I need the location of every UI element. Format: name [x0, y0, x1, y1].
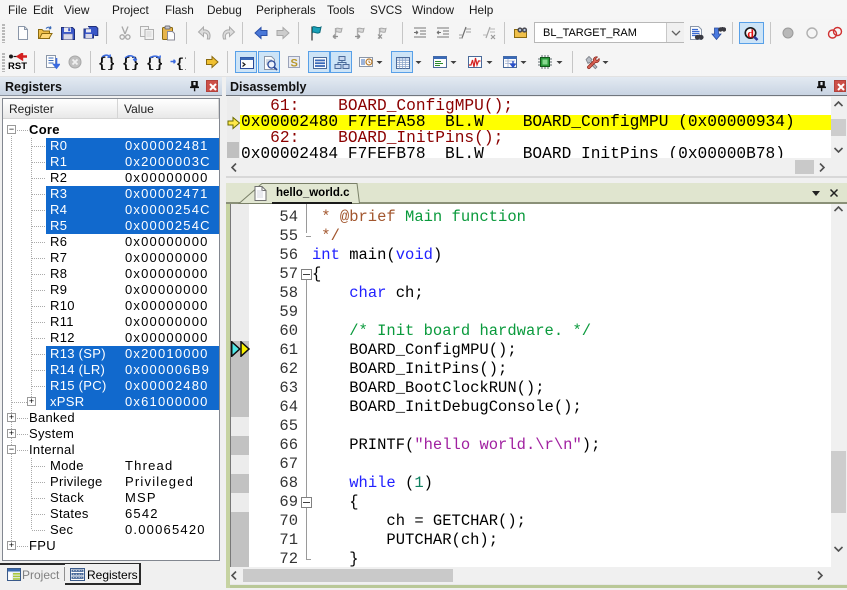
svg-text:{}: {} — [98, 57, 114, 71]
svg-text:d: d — [747, 27, 754, 41]
svg-text:S: S — [291, 58, 298, 70]
svg-text:{}: {} — [176, 58, 186, 71]
svg-text:RST: RST — [8, 61, 27, 71]
